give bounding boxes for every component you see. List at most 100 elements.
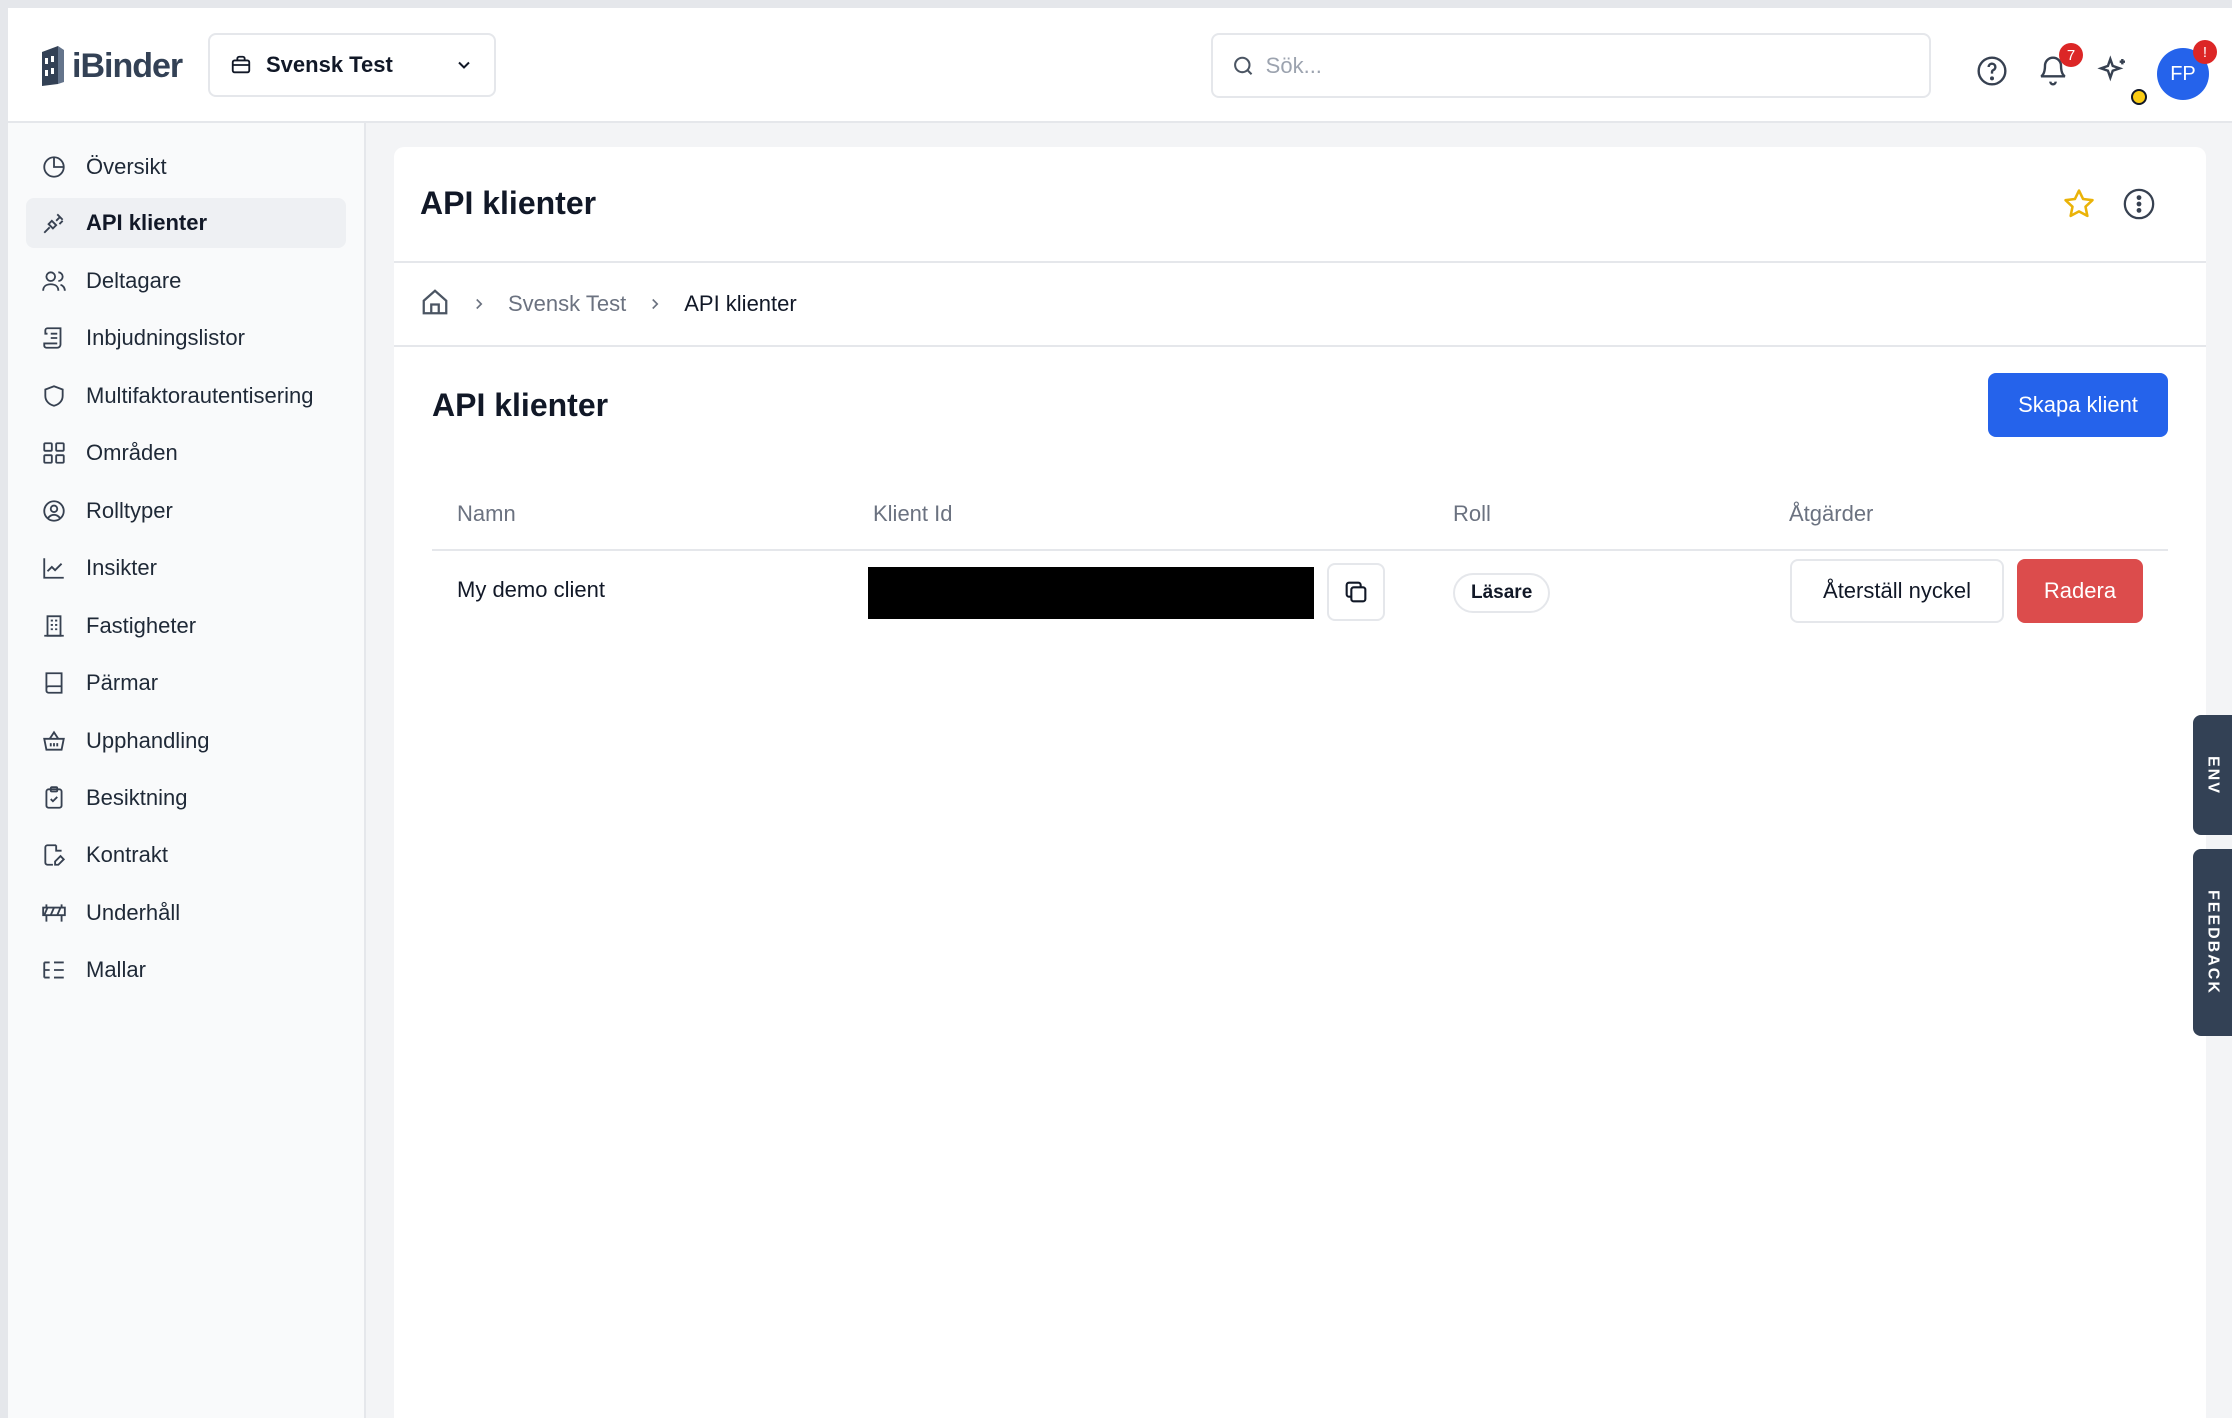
role-badge: Läsare [1453, 573, 1551, 613]
breadcrumb-home[interactable] [420, 287, 450, 322]
sidebar-item-deltagare[interactable]: Deltagare [26, 256, 346, 306]
organization-name: Svensk Test [266, 52, 393, 77]
search-box[interactable] [1211, 33, 1931, 98]
building-icon [40, 612, 68, 640]
star-icon [2064, 189, 2094, 218]
notification-count-badge: 7 [2059, 43, 2083, 67]
env-tab[interactable]: ENV [2193, 715, 2232, 835]
barrier-icon [40, 899, 68, 927]
delete-client-button[interactable]: Radera [2017, 559, 2143, 623]
ibinder-logo-icon [42, 46, 64, 86]
file-edit-icon [40, 841, 68, 869]
notifications-button[interactable]: 7 [2035, 43, 2083, 89]
user-circle-icon [40, 497, 68, 525]
sidebar-item-label: Upphandling [86, 728, 210, 753]
sidebar-item-multifaktorautentisering[interactable]: Multifaktorautentisering [26, 371, 346, 421]
plug-icon [40, 209, 68, 237]
sidebar-item-label: Besiktning [86, 785, 188, 810]
sidebar-item-api-klienter[interactable]: API klienter [26, 198, 346, 248]
page-header: API klienter [394, 147, 2206, 263]
user-avatar[interactable]: FP ! [2157, 40, 2217, 100]
section-title: API klienter [432, 387, 609, 423]
env-tab-label: ENV [2204, 755, 2222, 795]
organization-selector[interactable]: Svensk Test [208, 33, 496, 97]
line-chart-icon [40, 554, 68, 582]
search-input[interactable] [1265, 52, 1911, 79]
favorite-button[interactable] [2062, 187, 2098, 223]
sidebar-item-label: API klienter [86, 210, 208, 235]
main-content: API klienter Svensk Test API klienter AP… [394, 147, 2206, 1418]
scroll-icon [40, 324, 68, 352]
sidebar-item-upphandling[interactable]: Upphandling [26, 716, 346, 766]
avatar-initials: FP [2170, 62, 2196, 85]
sidebar-item-oversikt[interactable]: Översikt [26, 142, 346, 192]
chevron-down-icon [458, 61, 470, 69]
basket-icon [40, 727, 68, 755]
sidebar-item-parmar[interactable]: Pärmar [26, 658, 346, 708]
search-icon [1234, 56, 1253, 75]
sidebar-item-label: Multifaktorautentisering [86, 383, 314, 408]
feedback-tab-label: FEEDBACK [2204, 890, 2222, 995]
breadcrumb-current: API klienter [684, 291, 797, 316]
users-icon [40, 267, 68, 295]
more-options-button[interactable] [2122, 187, 2158, 223]
sidebar-item-fastigheter[interactable]: Fastigheter [26, 601, 346, 651]
home-icon [422, 288, 448, 314]
reset-key-button[interactable]: Återställ nyckel [1790, 559, 2004, 623]
book-icon [40, 669, 68, 697]
sidebar-item-label: Insikter [86, 555, 157, 580]
create-client-button[interactable]: Skapa klient [1988, 373, 2168, 437]
feedback-tab[interactable]: FEEDBACK [2193, 849, 2232, 1036]
table-divider [432, 549, 2168, 551]
shield-icon [40, 382, 68, 410]
sparkles-icon [2097, 55, 2125, 82]
chevron-right-icon [652, 298, 659, 310]
sidebar-item-omraden[interactable]: Områden [26, 428, 346, 478]
sidebar-item-label: Inbjudningslistor [86, 325, 245, 350]
more-vertical-icon [2123, 188, 2155, 220]
sidebar-item-label: Deltagare [86, 268, 182, 293]
status-dot [2131, 89, 2147, 105]
help-circle-icon [1977, 56, 2007, 86]
sidebar-item-label: Områden [86, 440, 178, 465]
sidebar-item-besiktning[interactable]: Besiktning [26, 773, 346, 823]
list-tree-icon [40, 956, 68, 984]
sidebar-item-underhall[interactable]: Underhåll [26, 888, 346, 938]
column-header-actions: Åtgärder [1789, 501, 1874, 526]
chevron-right-icon [476, 298, 483, 310]
sidebar-item-label: Fastigheter [86, 613, 197, 638]
sidebar-item-label: Översikt [86, 154, 167, 179]
briefcase-icon [231, 55, 251, 74]
help-button[interactable] [1974, 53, 2010, 89]
grid-icon [40, 439, 68, 467]
copy-icon [1345, 581, 1367, 603]
page-title: API klienter [420, 185, 597, 221]
sidebar-item-insikter[interactable]: Insikter [26, 543, 346, 593]
sidebar-item-label: Rolltyper [86, 498, 173, 523]
breadcrumb: Svensk Test API klienter [394, 263, 2206, 347]
clipboard-check-icon [40, 784, 68, 812]
breadcrumb-org[interactable]: Svensk Test [508, 291, 626, 317]
column-header-role: Roll [1453, 501, 1491, 526]
sidebar-item-label: Underhåll [86, 900, 181, 925]
column-header-client-id: Klient Id [873, 501, 953, 526]
sidebar-item-mallar[interactable]: Mallar [26, 945, 346, 995]
ai-assistant-button[interactable] [2095, 53, 2147, 105]
copy-client-id-button[interactable] [1327, 563, 1385, 621]
sidebar-item-kontrakt[interactable]: Kontrakt [26, 830, 346, 880]
top-header: iBinder Svensk Test 7 FP ! [8, 8, 2232, 123]
sidebar-item-label: Pärmar [86, 670, 159, 695]
sidebar-item-label: Kontrakt [86, 842, 168, 867]
client-id-redacted [868, 567, 1314, 619]
window-left-edge [0, 0, 8, 1418]
logo-text: iBinder [72, 46, 183, 85]
sidebar-item-inbjudningslistor[interactable]: Inbjudningslistor [26, 313, 346, 363]
sidebar-item-label: Mallar [86, 957, 146, 982]
column-header-name: Namn [457, 501, 516, 526]
app-logo[interactable]: iBinder [38, 44, 183, 88]
client-name: My demo client [457, 577, 605, 602]
window-top-edge [0, 0, 2232, 8]
sidebar: Översikt API klienter Deltagare Inbjudni… [8, 123, 366, 1418]
sidebar-item-rolltyper[interactable]: Rolltyper [26, 486, 346, 536]
pie-chart-icon [40, 153, 68, 181]
